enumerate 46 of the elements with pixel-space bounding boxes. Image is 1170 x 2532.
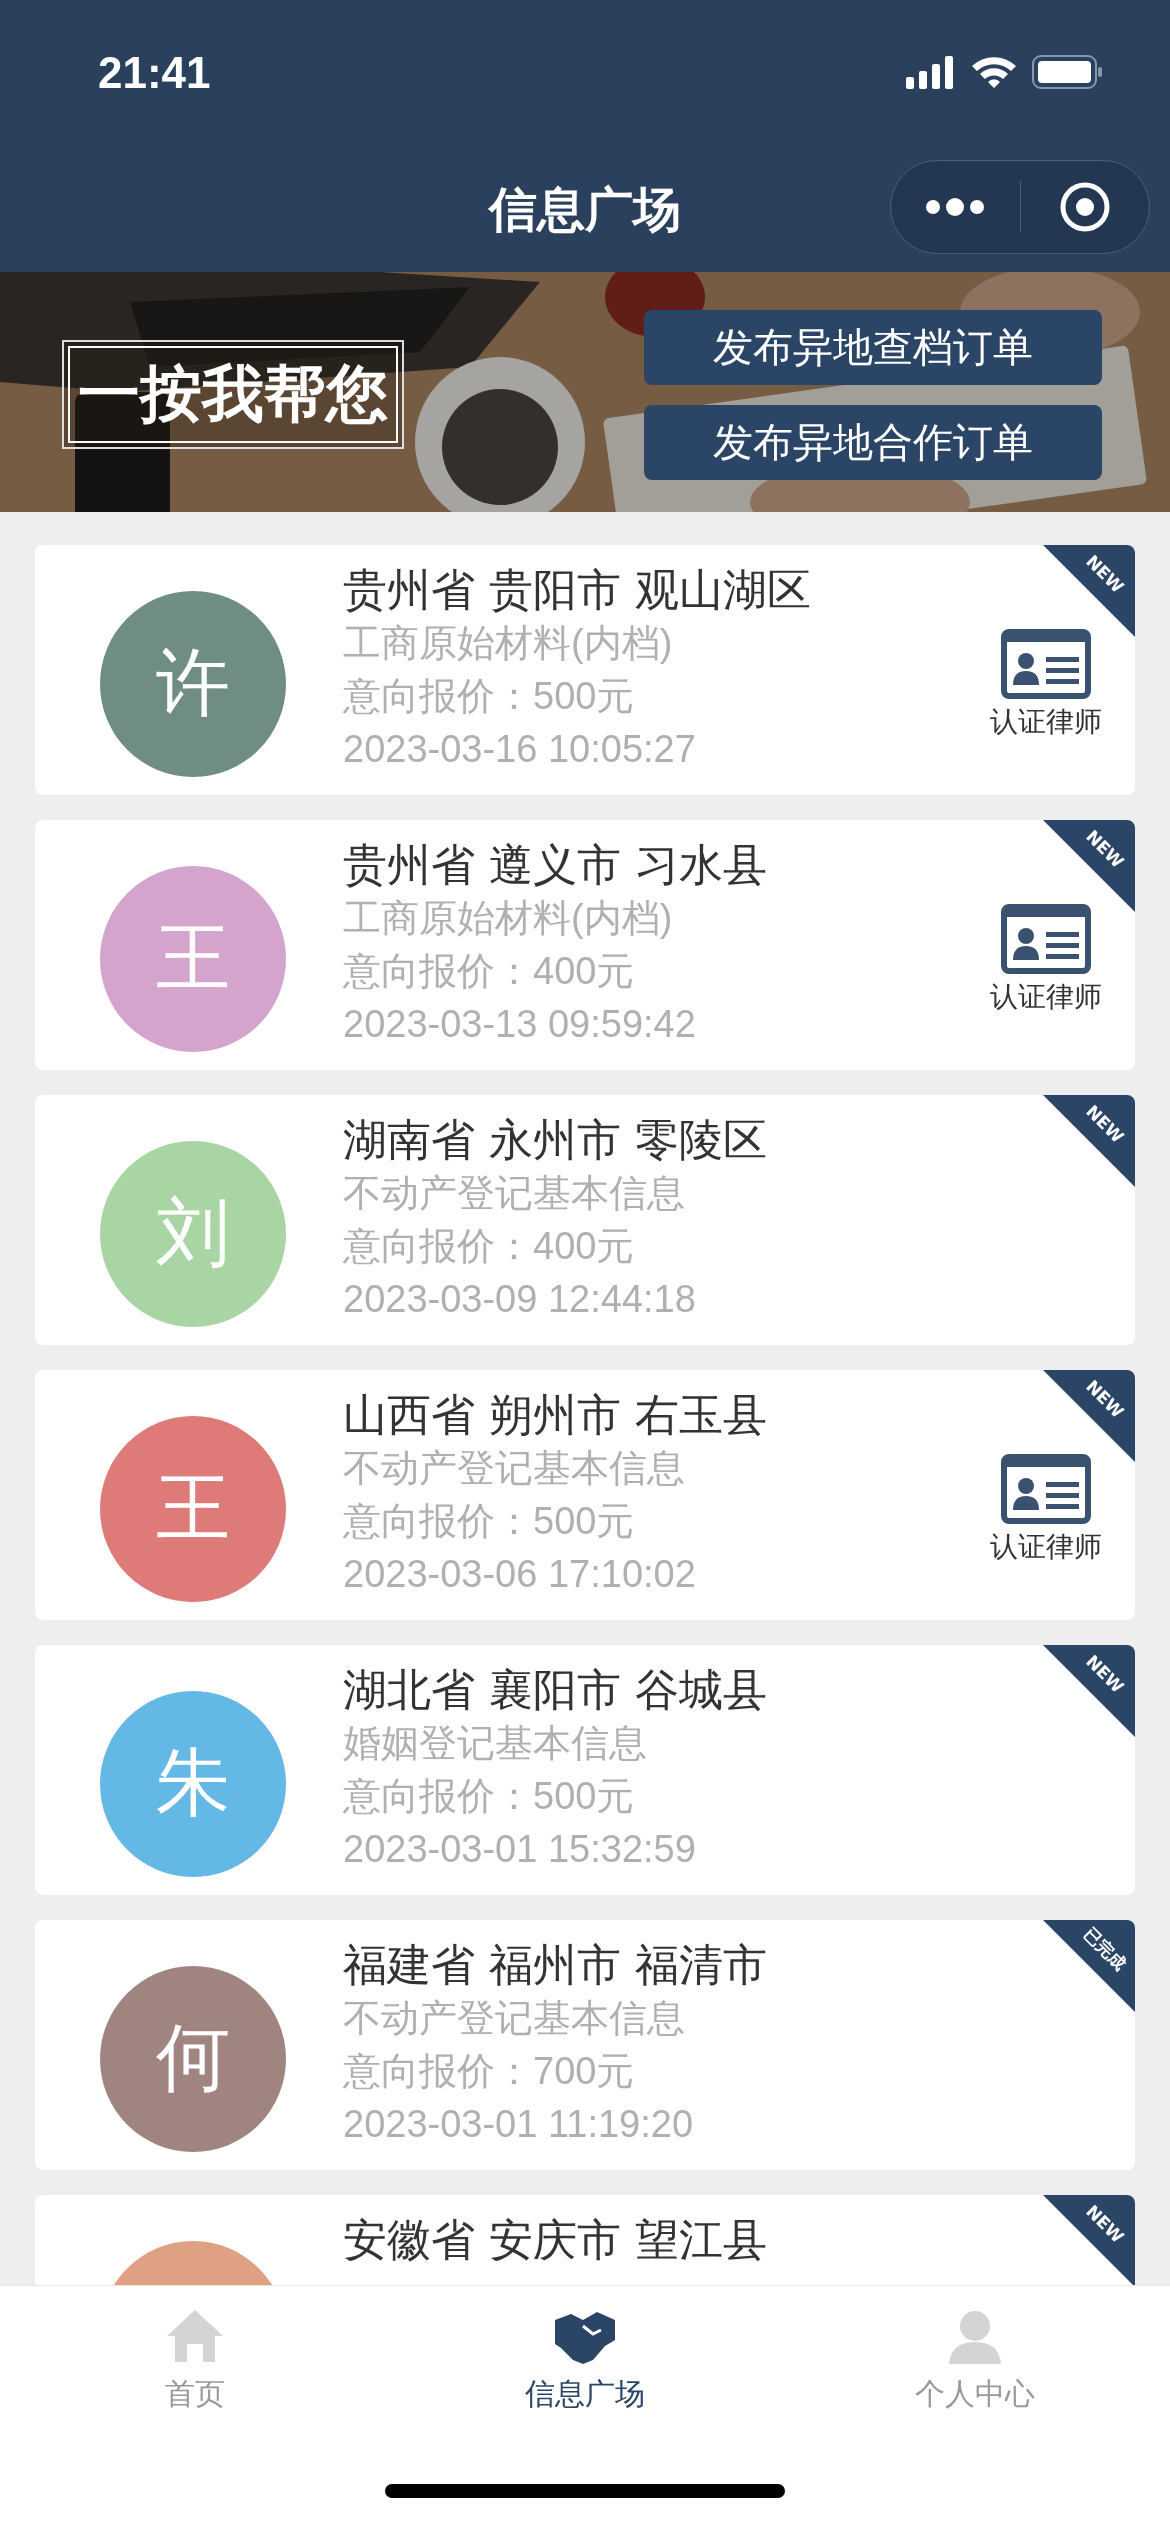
- order-location: 湖南省 永州市 零陵区: [343, 1113, 767, 1167]
- banner-slogan: 一按我帮您: [68, 346, 398, 443]
- order-time: 2023-03-09 12:44:18: [343, 1277, 697, 1322]
- page-title: 信息广场: [489, 180, 681, 239]
- order-time: 2023-03-13 09:59:42: [343, 1002, 697, 1047]
- order-item: 婚姻登记基本信息: [343, 1721, 648, 1766]
- avatar: 刘: [100, 1141, 286, 1327]
- publish-order-button[interactable]: 发布异地查档订单: [644, 310, 1102, 385]
- order-item: 工商原始材料(内档): [343, 896, 674, 941]
- order-price: 意向报价：400元: [343, 1224, 636, 1269]
- certified-label: 认证律师: [990, 1529, 1102, 1565]
- order-item: 不动产登记基本信息: [343, 1446, 686, 1491]
- avatar: 王: [100, 866, 286, 1052]
- certified-label: 认证律师: [990, 979, 1102, 1015]
- battery-icon: [1032, 54, 1104, 90]
- order-item: 不动产登记基本信息: [343, 1171, 686, 1216]
- order-item: 不动产登记基本信息: [343, 1996, 686, 2041]
- certified-label: 认证律师: [990, 704, 1102, 740]
- order-price: 意向报价：500元: [343, 1774, 636, 1819]
- tab-item[interactable]: 信息广场: [390, 2286, 780, 2456]
- order-card[interactable]: 何 福建省 福州市 福清市 不动产登记基本信息 意向报价：700元 2023-03-01 11:19:20 已完成: [35, 1920, 1135, 2170]
- wifi-icon: [970, 54, 1018, 90]
- order-location: 湖北省 襄阳市 谷城县: [343, 1663, 767, 1717]
- order-time: 2023-03-06 17:10:02: [343, 1552, 697, 1597]
- publish-order-button[interactable]: 发布异地合作订单: [644, 405, 1102, 480]
- order-time: 2023-03-16 10:05:27: [343, 727, 697, 772]
- status-time: 21:41: [98, 48, 211, 98]
- order-price: 意向报价：400元: [343, 949, 636, 994]
- avatar: 朱: [100, 1691, 286, 1877]
- order-location: 山西省 朔州市 右玉县: [343, 1388, 767, 1442]
- order-location: 安徽省 安庆市 望江县: [343, 2213, 767, 2267]
- order-location: 贵州省 遵义市 习水县: [343, 838, 767, 892]
- order-price: 意向报价：500元: [343, 674, 636, 719]
- order-price: 意向报价：700元: [343, 2049, 636, 2094]
- signal-icon: [906, 55, 956, 89]
- avatar: 何: [100, 1966, 286, 2152]
- order-price: 意向报价：500元: [343, 1499, 636, 1544]
- order-time: 2023-03-01 15:32:59: [343, 1827, 697, 1872]
- more-icon[interactable]: [925, 197, 986, 217]
- order-location: 福建省 福州市 福清市: [343, 1938, 767, 1992]
- order-item: 工商原始材料(内档): [343, 621, 674, 666]
- order-location: 贵州省 贵阳市 观山湖区: [343, 563, 811, 617]
- order-time: 2023-03-01 11:19:20: [343, 2102, 695, 2147]
- avatar: 王: [100, 1416, 286, 1602]
- avatar: 许: [100, 591, 286, 777]
- corner-ribbon: 已完成: [1043, 1920, 1135, 2012]
